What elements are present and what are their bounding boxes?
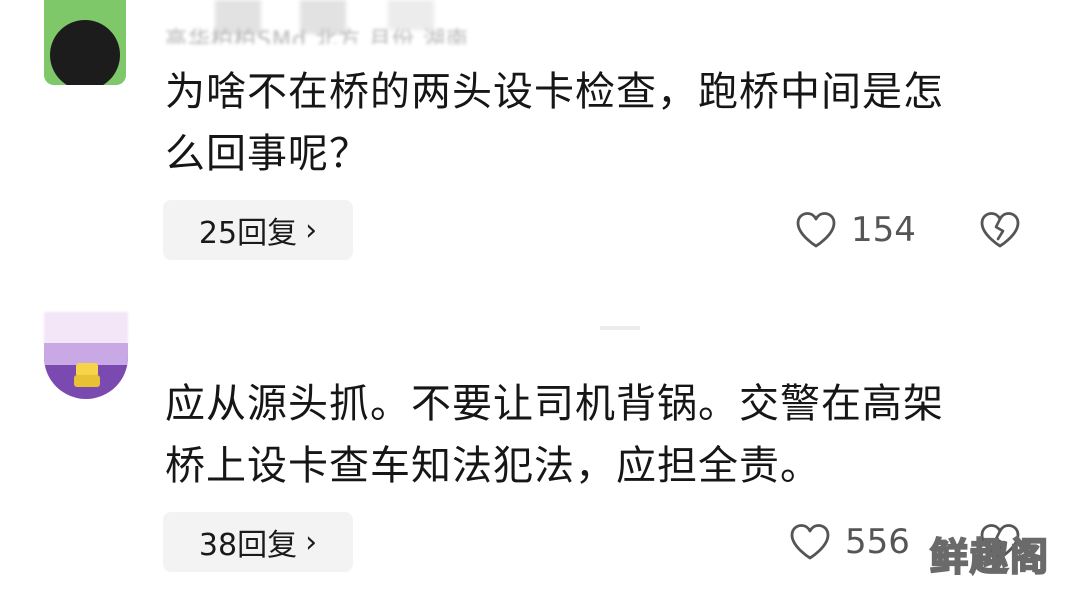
- like-count: 556: [845, 522, 910, 562]
- view-replies-button[interactable]: 25回复 ›: [163, 200, 353, 260]
- comment-text-line: 为啥不在桥的两头设卡检查，跑桥中间是怎: [165, 69, 944, 115]
- replies-count-label: 38回复: [198, 528, 298, 563]
- comment-text-line: 桥上设卡查车知法犯法，应担全责。: [165, 443, 821, 489]
- avatar-frame-blur: [44, 312, 128, 344]
- chevron-right-icon: ›: [305, 212, 318, 248]
- chevron-right-icon: ›: [305, 524, 318, 560]
- username-blur-remnant: [600, 326, 640, 330]
- heart-outline-icon[interactable]: [795, 211, 837, 249]
- like-count: 154: [851, 210, 916, 250]
- avatar-band: [44, 343, 128, 365]
- comment-text-line: 应从源头抓。不要让司机背锅。交警在高架: [165, 381, 944, 427]
- commenter-avatar[interactable]: [44, 343, 128, 399]
- heart-outline-icon[interactable]: [789, 523, 831, 561]
- comment-username-blurred: 高华柏柏SMd 北方 月份 湖南: [165, 28, 469, 44]
- avatar-silhouette: [50, 20, 120, 85]
- comment-text-line: 么回事呢？: [165, 131, 370, 177]
- avatar-detail: [74, 375, 100, 387]
- broken-heart-icon[interactable]: [979, 211, 1021, 249]
- view-replies-button[interactable]: 38回复 ›: [163, 512, 353, 572]
- commenter-avatar[interactable]: [44, 0, 126, 85]
- watermark: 鲜趣阁: [929, 534, 1051, 580]
- replies-count-label: 25回复: [198, 216, 298, 251]
